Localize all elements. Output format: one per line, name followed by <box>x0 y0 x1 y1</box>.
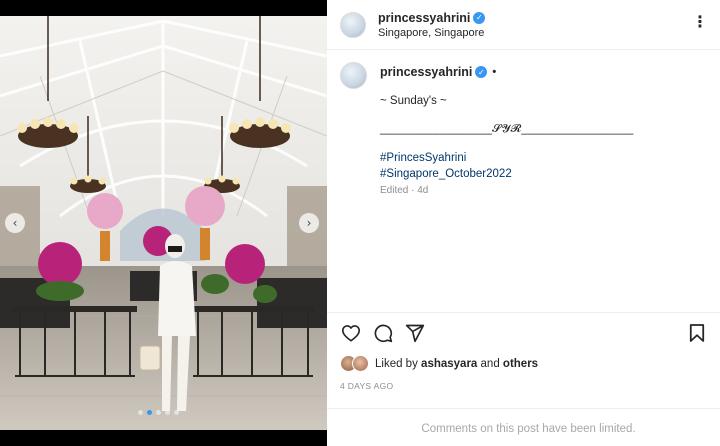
avatar[interactable] <box>352 355 369 372</box>
action-bar <box>340 322 708 344</box>
carousel-dot <box>174 410 179 415</box>
carousel-indicators <box>138 410 179 415</box>
bookmark-icon[interactable] <box>686 322 708 344</box>
separator-dot: • <box>492 66 497 78</box>
verified-badge-icon: ✓ <box>473 11 486 24</box>
more-horizontal-icon[interactable]: ⋮ <box>692 12 708 31</box>
chevron-left-icon[interactable]: ‹ <box>5 213 25 233</box>
hashtag-link[interactable]: #Singapore_October2022 <box>380 166 708 182</box>
likes-others-link[interactable]: others <box>503 358 538 370</box>
divider <box>327 312 720 313</box>
chevron-right-icon[interactable]: › <box>299 213 319 233</box>
caption-signature: _________________𝓢𝓨𝓡_________________ <box>380 123 634 135</box>
divider <box>327 408 720 409</box>
caption-line: ~ Sunday's ~ <box>380 95 447 107</box>
hashtag-link[interactable]: #PrincesSyahrini <box>380 150 708 166</box>
post-sidebar: princessyahrini ✓ Singapore, Singapore ⋮… <box>327 0 720 446</box>
verified-badge-icon: ✓ <box>475 66 488 78</box>
likes-user-link[interactable]: ashasyara <box>421 358 477 370</box>
avatar[interactable] <box>340 11 366 38</box>
post-timestamp[interactable]: 4 DAYS AGO <box>340 381 393 391</box>
caption-username[interactable]: princessyahrini <box>380 65 472 79</box>
share-icon[interactable] <box>404 322 426 344</box>
post-header: princessyahrini ✓ Singapore, Singapore ⋮ <box>327 0 720 50</box>
likes-prefix: Liked by <box>375 357 418 370</box>
carousel-dot-active <box>147 410 152 415</box>
post-media[interactable]: ‹ › <box>0 0 327 446</box>
avatar[interactable] <box>340 62 367 89</box>
location-link[interactable]: Singapore, Singapore <box>378 27 485 39</box>
likes-and: and <box>480 357 500 370</box>
carousel-dot <box>156 410 161 415</box>
heart-icon[interactable] <box>340 322 362 344</box>
carousel-dot <box>138 410 143 415</box>
hashtag-list: #PrincesSyahrini #Singapore_October2022 <box>380 150 708 182</box>
post-photo <box>0 16 327 430</box>
likes-row: Liked by ashasyara and others <box>340 355 538 372</box>
edited-timestamp: Edited · 4d <box>380 185 429 196</box>
comment-icon[interactable] <box>372 322 394 344</box>
likes-summary: Liked by ashasyara and others <box>375 358 538 370</box>
caption-block: princessyahrini ✓ • ~ Sunday's ~ _______… <box>340 62 708 196</box>
comments-limited-notice: Comments on this post have been limited. <box>421 423 636 435</box>
carousel-dot <box>165 410 170 415</box>
username-link[interactable]: princessyahrini <box>378 11 470 25</box>
